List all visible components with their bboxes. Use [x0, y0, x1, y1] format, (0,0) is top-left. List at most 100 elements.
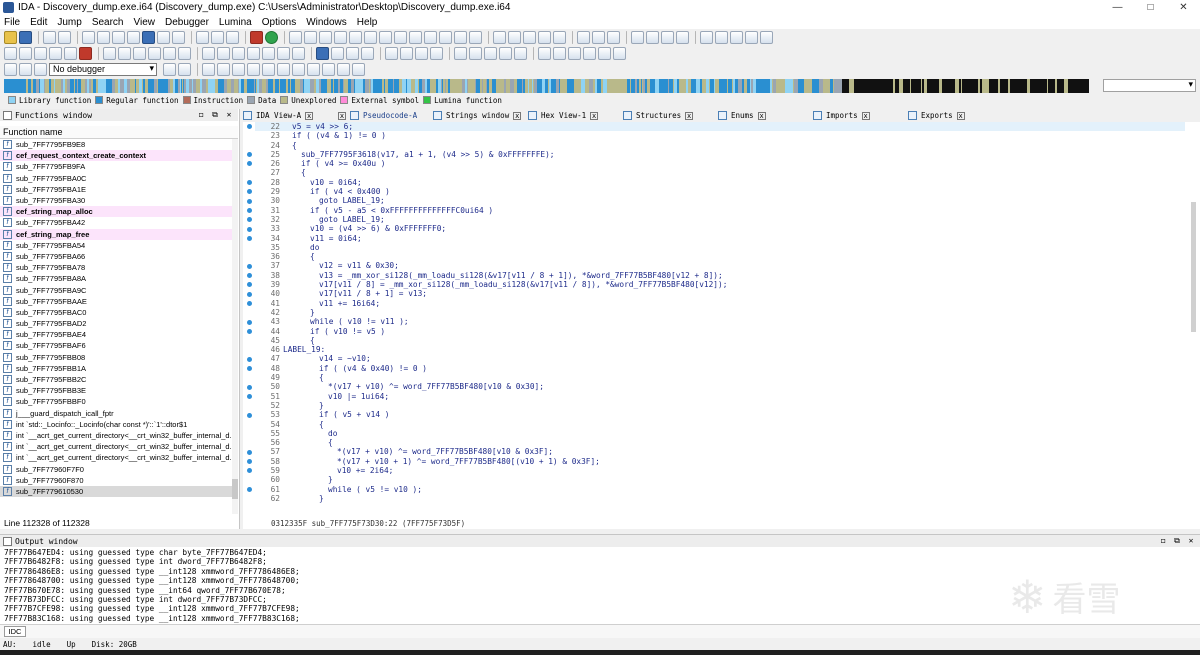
exports-icon[interactable] [409, 31, 422, 44]
code-line[interactable]: 25 sub_7FF7795F3618(v17, a1 + 1, (v4 >> 5… [255, 150, 1185, 159]
breakpoint-marker-icon[interactable] [247, 291, 252, 297]
tab-close-icon[interactable]: x [685, 111, 694, 120]
menu-debugger[interactable]: Debugger [165, 17, 209, 28]
view-a-icon[interactable] [493, 31, 506, 44]
breakpoint-marker-icon[interactable] [247, 356, 252, 362]
breakpoint-marker-icon[interactable] [247, 207, 252, 213]
function-row[interactable]: f sub_7FF7795FBA8A [0, 273, 232, 284]
code-line[interactable]: 48 if ( (v4 & 0x40) != 0 ) [255, 364, 1185, 373]
code-line[interactable]: 24 { [255, 141, 1185, 150]
function-row[interactable]: f sub_7FF7795FB9E8 [0, 139, 232, 150]
view-c-icon[interactable] [523, 31, 536, 44]
make-code-icon[interactable] [103, 47, 116, 60]
function-row[interactable]: f sub_7FF7795FBB1A [0, 363, 232, 374]
collapse-icon[interactable] [196, 31, 209, 44]
code-line[interactable]: 40 v17[v11 / 8 + 1] = v13; [255, 289, 1185, 298]
output-float-icon[interactable]: ◻ [1156, 535, 1170, 547]
breakpoint-marker-icon[interactable] [247, 468, 252, 474]
tab-close-icon[interactable]: x [861, 111, 870, 120]
calculator-icon[interactable] [454, 31, 467, 44]
xrefs-icon[interactable] [424, 31, 437, 44]
copy-icon[interactable] [82, 31, 95, 44]
bookmark-icon[interactable] [172, 31, 185, 44]
search-binary-icon[interactable] [112, 31, 125, 44]
tool-h-icon[interactable] [745, 31, 758, 44]
stack-var-icon[interactable] [361, 47, 374, 60]
breakpoint-marker-icon[interactable] [247, 366, 252, 371]
breakpoint-marker-icon[interactable] [247, 412, 252, 418]
code-line[interactable]: 34 v11 = 0i64; [255, 234, 1185, 243]
function-row[interactable]: f sub_7FF7795FBB08 [0, 352, 232, 363]
code-line[interactable]: 54 { [255, 420, 1185, 429]
view-b-icon[interactable] [508, 31, 521, 44]
print-icon[interactable] [439, 31, 452, 44]
struct-var-icon[interactable] [34, 47, 47, 60]
xref-from-icon[interactable] [469, 47, 482, 60]
run-to-cursor-icon[interactable] [232, 63, 245, 76]
misc-f-icon[interactable] [613, 47, 626, 60]
tab-structures[interactable]: Structures x [623, 111, 718, 120]
panel-float-icon[interactable]: ◻ [194, 109, 208, 121]
function-row[interactable]: f sub_7FF7795FBBF0 [0, 396, 232, 407]
navigation-band[interactable] [4, 79, 1089, 93]
idc-button[interactable]: IDC [4, 626, 26, 637]
debugger-select[interactable]: No debugger [49, 63, 157, 76]
function-row[interactable]: f sub_7FF77960F870 [0, 475, 232, 486]
layout-a-icon[interactable] [577, 31, 590, 44]
tool-b-icon[interactable] [646, 31, 659, 44]
code-line[interactable]: 22 v5 = v4 >> 6; [255, 122, 1185, 132]
misc-d-icon[interactable] [583, 47, 596, 60]
function-row[interactable]: f sub_7FF7795FB9FA [0, 161, 232, 172]
code-line[interactable]: 43 while ( v10 != v11 ); [255, 317, 1185, 326]
step-out-icon[interactable] [247, 63, 260, 76]
tab-close-icon[interactable]: x [305, 111, 314, 120]
debugger-options-icon[interactable] [163, 63, 176, 76]
run-icon[interactable] [265, 31, 278, 44]
code-line[interactable]: 46 LABEL_19: [255, 345, 1185, 354]
back-icon[interactable] [43, 31, 56, 44]
breakpoint-marker-icon[interactable] [247, 459, 252, 464]
tracing-icon[interactable] [277, 63, 290, 76]
watch-icon[interactable] [292, 63, 305, 76]
function-row[interactable]: f sub_7FF7795FBAD2 [0, 318, 232, 329]
function-row[interactable]: f cef_string_map_alloc [0, 206, 232, 218]
output-close-icon[interactable]: ✕ [1184, 535, 1198, 547]
stack-trace-icon[interactable] [352, 63, 365, 76]
tab-hex-view-1[interactable]: Hex View-1 x [528, 111, 623, 120]
make-struct-icon[interactable] [178, 47, 191, 60]
menu-file[interactable]: File [4, 17, 20, 28]
code-line[interactable]: 51 v10 |= 1ui64; [255, 392, 1185, 401]
terminate-process-icon[interactable] [34, 63, 47, 76]
code-line[interactable]: 36 { [255, 252, 1185, 261]
panel-close-icon[interactable]: ✕ [222, 109, 236, 121]
misc-c-icon[interactable] [568, 47, 581, 60]
menu-edit[interactable]: Edit [30, 17, 47, 28]
view-d-icon[interactable] [538, 31, 551, 44]
function-row[interactable]: f sub_7FF7795FBAC0 [0, 307, 232, 318]
function-row[interactable]: f sub_7FF7795FBAE4 [0, 329, 232, 340]
function-row[interactable]: f int `__acrt_get_current_directory<__crt… [0, 441, 232, 452]
function-row[interactable]: f int `__acrt_get_current_directory<__crt… [0, 430, 232, 441]
code-line[interactable]: 49 { [255, 373, 1185, 382]
function-row[interactable]: f int `__acrt_get_current_directory<__crt… [0, 452, 232, 463]
breakpoint-marker-icon[interactable] [247, 384, 252, 390]
navigation-band-dropdown[interactable] [1103, 79, 1196, 92]
code-line[interactable]: 55 do [255, 429, 1185, 438]
save-icon[interactable] [19, 31, 32, 44]
code-line[interactable]: 29 if ( v4 < 0x400 ) [255, 187, 1185, 196]
function-row[interactable]: f sub_7FF7795FBA42 [0, 217, 232, 228]
tool-a-icon[interactable] [631, 31, 644, 44]
open-file-icon[interactable] [4, 31, 17, 44]
tool-f-icon[interactable] [715, 31, 728, 44]
imports-icon[interactable] [394, 31, 407, 44]
tool-c-icon[interactable] [661, 31, 674, 44]
locals-icon[interactable] [307, 63, 320, 76]
code-line[interactable]: 38 v13 = _mm_xor_si128(_mm_loadu_si128(&v… [255, 271, 1185, 280]
code-icon[interactable] [4, 47, 17, 60]
misc-e-icon[interactable] [598, 47, 611, 60]
code-line[interactable]: 52} [255, 401, 1185, 410]
tool-g-icon[interactable] [730, 31, 743, 44]
code-line[interactable]: 62} [255, 494, 1185, 503]
code-line[interactable]: 39 v17[v11 / 8] = _mm_xor_si128(_mm_loadu… [255, 280, 1185, 289]
breakpoint-marker-icon[interactable] [247, 393, 252, 399]
